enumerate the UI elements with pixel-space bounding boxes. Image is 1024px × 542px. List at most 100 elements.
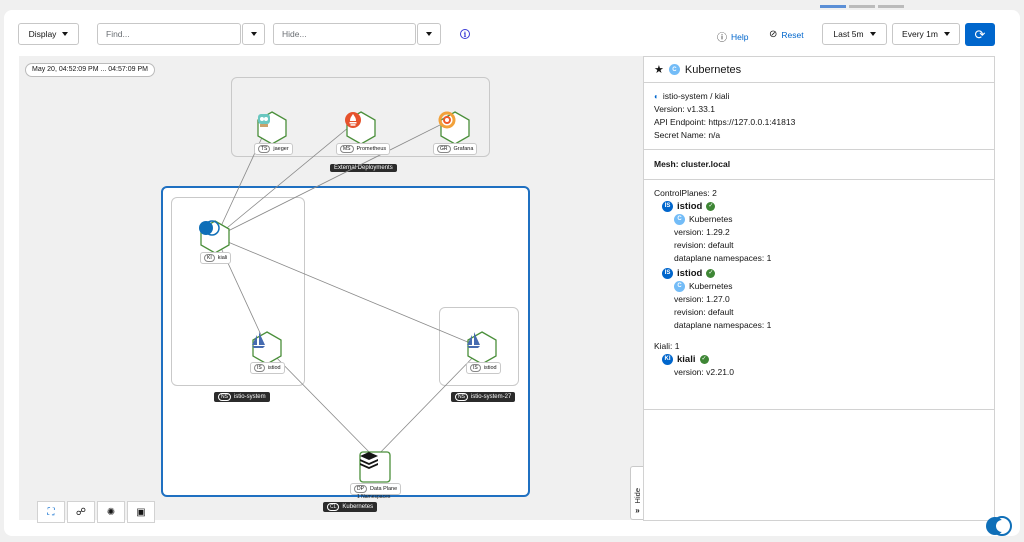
node-data-plane[interactable]	[359, 451, 391, 483]
control-planes-section: ControlPlanes: 2 IS istiod ✓ C Kubernete…	[644, 180, 994, 410]
hide-panel-tab[interactable]: Hide »	[630, 466, 644, 520]
caret-down-icon	[62, 32, 69, 36]
cluster-version: Version: v1.33.1	[654, 104, 715, 114]
kiali-icon	[199, 220, 220, 236]
prometheus-icon	[345, 112, 361, 128]
layout-default-button[interactable]: ☍	[67, 501, 95, 523]
hide-options-button[interactable]	[417, 23, 441, 45]
legend-button[interactable]: ▣	[127, 501, 155, 523]
node-kiali-label: KI kiali	[200, 252, 232, 264]
node-istiod-2[interactable]	[465, 331, 499, 365]
top-tabs-strip	[820, 0, 907, 8]
refresh-interval-dropdown[interactable]: Every 1m	[892, 23, 960, 45]
reset-icon: ⊘	[769, 29, 778, 40]
layout-alt-button[interactable]: ✺	[97, 501, 125, 523]
expand-icon: ⛶	[47, 506, 55, 518]
reset-link[interactable]: ⊘ Reset	[769, 29, 804, 40]
map-icon: ▣	[136, 506, 146, 518]
kiali-instance: istio-system / kiali	[662, 91, 730, 101]
kiali-version: version: v2.21.0	[674, 367, 735, 377]
node-jaeger[interactable]	[255, 111, 289, 145]
istiod-badge: IS	[662, 268, 673, 279]
control-plane-2: IS istiod ✓ C Kubernetes version: 1.27.0…	[654, 267, 984, 332]
star-icon[interactable]: ★	[654, 63, 664, 76]
duration-label: Last 5m	[833, 29, 864, 39]
graph-edges	[215, 117, 483, 459]
fit-to-screen-button[interactable]: ⛶	[37, 501, 65, 523]
kiali-instance-section: ◐ istio-system / kiali Version: v1.33.1 …	[644, 83, 994, 150]
kiali-badge: KI	[662, 354, 673, 365]
cluster-badge: C	[674, 281, 685, 292]
find-options-button[interactable]	[242, 23, 265, 45]
kiali-logo-icon: ◐	[654, 92, 659, 101]
display-label: Display	[28, 29, 57, 39]
graph-toolbar-bottom: ⛶ ☍ ✺ ▣	[37, 501, 155, 523]
caret-down-icon	[943, 32, 950, 36]
control-plane-name[interactable]: istiod	[677, 200, 702, 213]
graph-toolbar: Display Find... Hide... i ⓘ Help ⊘ Reset…	[4, 10, 1020, 56]
refresh-interval-label: Every 1m	[902, 29, 938, 39]
grafana-icon	[438, 111, 456, 129]
node-grafana[interactable]	[438, 111, 472, 145]
layers-icon	[360, 452, 378, 469]
control-planes-count: ControlPlanes: 2	[654, 188, 717, 198]
cluster-badge: C	[674, 214, 685, 225]
check-circle-icon: ✓	[699, 355, 709, 364]
caret-down-icon	[869, 32, 876, 36]
caret-down-icon	[250, 32, 257, 36]
display-dropdown[interactable]: Display	[18, 23, 79, 45]
node-istiod-2-label: IS istiod	[466, 362, 501, 374]
edge-kiali-grafana	[215, 117, 455, 238]
control-plane-cluster: Kubernetes	[689, 281, 733, 291]
kiali-entry: KI kiali ✓ version: v2.21.0	[654, 353, 984, 379]
control-plane-version: version: 1.29.2	[674, 227, 730, 237]
control-plane-1: IS istiod ✓ C Kubernetes version: 1.29.2…	[654, 200, 984, 265]
kiali-name[interactable]: kiali	[677, 353, 696, 366]
help-link[interactable]: ⓘ Help	[717, 29, 749, 45]
topology-icon: ☍	[75, 506, 87, 518]
control-plane-revision: revision: default	[674, 307, 734, 317]
duration-dropdown[interactable]: Last 5m	[822, 23, 887, 45]
find-input[interactable]: Find...	[97, 23, 241, 45]
control-plane-name[interactable]: istiod	[677, 267, 702, 280]
control-plane-namespaces: dataplane namespaces: 1	[674, 320, 772, 330]
node-istiod-1[interactable]	[250, 331, 284, 365]
info-icon[interactable]: i	[460, 29, 470, 39]
node-grafana-label: GR Grafana	[433, 143, 478, 155]
node-kiali[interactable]	[198, 220, 232, 254]
control-plane-revision: revision: default	[674, 240, 734, 250]
graph-card: Display Find... Hide... i ⓘ Help ⊘ Reset…	[4, 10, 1020, 536]
cluster-badge: C	[668, 64, 680, 75]
istio-sail-icon	[252, 332, 265, 348]
node-jaeger-label: TS jaeger	[254, 143, 293, 155]
node-prometheus-label: MS Prometheus	[336, 143, 391, 155]
help-circle-icon: ⓘ	[717, 33, 727, 44]
caret-down-icon	[426, 32, 432, 36]
check-circle-icon: ✓	[706, 202, 716, 211]
istio-sail-icon	[467, 332, 480, 348]
control-plane-cluster: Kubernetes	[689, 214, 733, 224]
panel-header: ★ C Kubernetes	[644, 57, 994, 83]
hide-label: Hide	[633, 487, 642, 503]
reset-label: Reset	[781, 29, 804, 40]
node-prometheus[interactable]	[344, 111, 378, 145]
check-circle-icon: ✓	[706, 269, 716, 278]
mesh-name: Mesh: cluster.local	[644, 150, 994, 180]
cluster-icon: ✺	[106, 506, 116, 518]
help-label: Help	[731, 31, 749, 42]
mesh-graph[interactable]: May 20, 04:52:09 PM ... 04:57:09 PM Exte…	[19, 56, 643, 523]
node-istiod-1-label: IS istiod	[250, 362, 285, 374]
hide-input[interactable]: Hide...	[273, 23, 416, 45]
cluster-side-panel: ★ C Kubernetes ◐ istio-system / kiali Ve…	[643, 56, 995, 521]
control-plane-version: version: 1.27.0	[674, 294, 730, 304]
kiali-logo-fab-icon[interactable]	[984, 512, 1014, 540]
api-endpoint: API Endpoint: https://127.0.0.1:41813	[654, 117, 796, 127]
chevron-right-icon: »	[635, 506, 640, 515]
istiod-badge: IS	[662, 201, 673, 212]
refresh-button[interactable]: ⟳	[965, 23, 995, 46]
node-data-plane-sublabel: 1 Namespaces	[357, 494, 391, 500]
secret-name: Secret Name: n/a	[654, 130, 721, 140]
refresh-icon: ⟳	[974, 26, 986, 42]
kiali-count: Kiali: 1	[654, 341, 680, 351]
panel-title: Kubernetes	[684, 63, 742, 76]
